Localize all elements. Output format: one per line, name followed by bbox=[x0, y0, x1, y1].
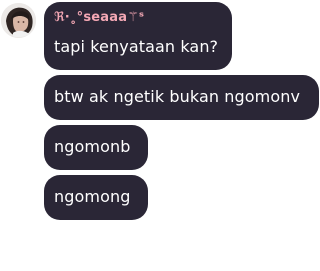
avatar[interactable] bbox=[1, 3, 36, 38]
message-bubble[interactable]: ngomonb bbox=[44, 125, 148, 170]
message-bubble[interactable]: btw ak ngetik bukan ngomonv bbox=[44, 75, 319, 120]
message-text: tapi kenyataan kan? bbox=[54, 37, 219, 56]
message-text: ngomong bbox=[54, 187, 131, 206]
message-text: ngomonb bbox=[54, 137, 131, 156]
message-text: btw ak ngetik bukan ngomonv bbox=[54, 87, 301, 106]
message-bubble[interactable]: ℜ·˳°seaaa⚚ˢ tapi kenyataan kan? bbox=[44, 2, 232, 70]
sender-name: ℜ·˳°seaaa⚚ˢ bbox=[54, 10, 145, 25]
message-bubble[interactable]: ngomong bbox=[44, 175, 148, 220]
